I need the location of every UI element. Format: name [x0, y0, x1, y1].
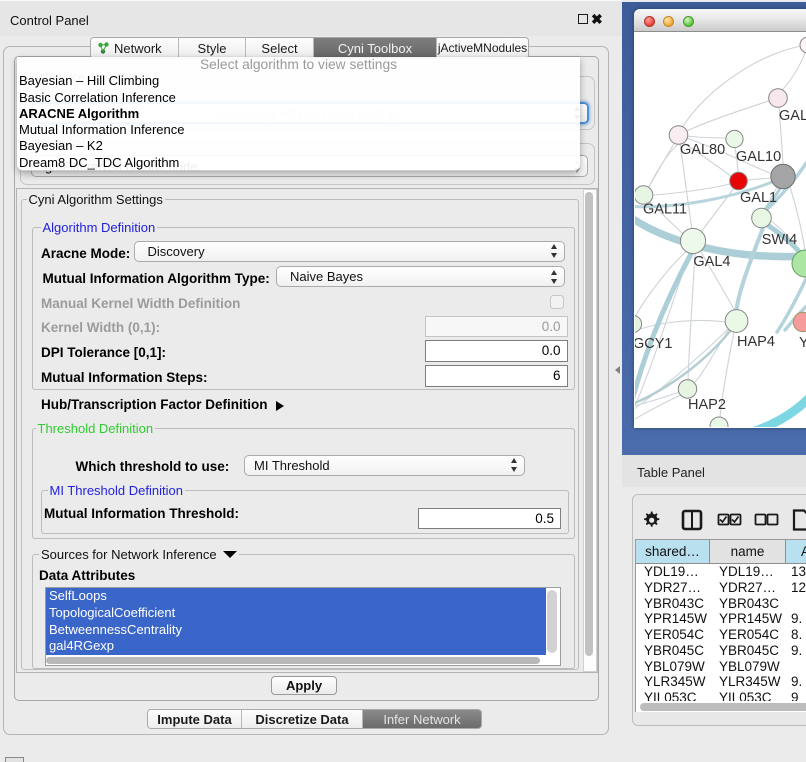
svg-text:YER: YER [799, 335, 806, 351]
svg-text:GAL10: GAL10 [736, 149, 781, 165]
svg-text:GAL1: GAL1 [740, 190, 777, 206]
svg-text:GAL7: GAL7 [779, 108, 806, 124]
svg-text:GAL4: GAL4 [693, 254, 730, 270]
svg-text:GAL11: GAL11 [643, 202, 687, 218]
svg-text:HAP4: HAP4 [737, 334, 775, 350]
svg-text:GAL80: GAL80 [680, 142, 725, 158]
svg-text:GCY1: GCY1 [635, 336, 673, 352]
svg-text:SWI4: SWI4 [762, 232, 797, 248]
svg-text:HAP2: HAP2 [688, 397, 726, 413]
